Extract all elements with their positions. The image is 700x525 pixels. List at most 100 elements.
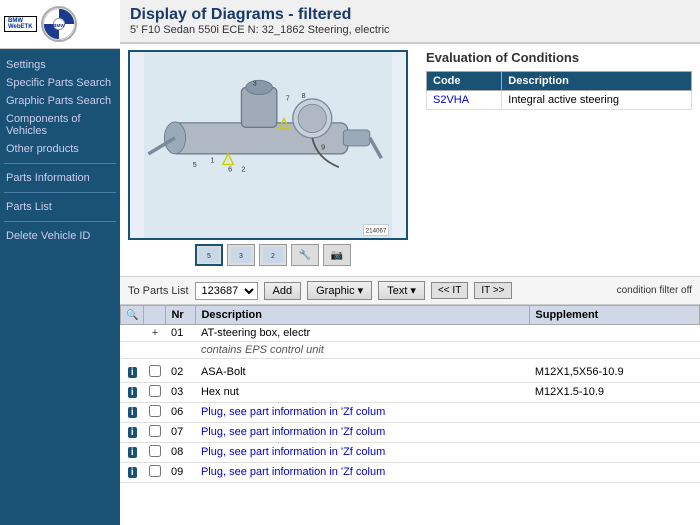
svg-text:2: 2 bbox=[271, 253, 275, 260]
part-number: 09 bbox=[166, 462, 196, 482]
col-desc: Description bbox=[196, 306, 530, 325]
part-supplement: M12X1.5-10.9 bbox=[530, 382, 700, 402]
table-row: i 03Hex nutM12X1.5-10.9 bbox=[121, 382, 700, 402]
row-checkbox[interactable] bbox=[149, 425, 161, 437]
part-number: 07 bbox=[166, 422, 196, 442]
part-description-link[interactable]: Plug, see part information in 'Zf colum bbox=[201, 446, 385, 458]
parts-table: 🔍 Nr Description Supplement +01AT-steeri… bbox=[120, 305, 700, 483]
part-number: 01 bbox=[166, 325, 196, 342]
table-row: i02ASA-BoltM12X1,5X56-10.9 bbox=[121, 363, 700, 383]
thumbnail-1[interactable]: 5 bbox=[195, 244, 223, 266]
row-checkbox[interactable] bbox=[149, 405, 161, 417]
sidebar-nav: Settings Specific Parts Search Graphic P… bbox=[0, 49, 120, 252]
graphic-button[interactable]: Graphic ▾ bbox=[307, 281, 372, 300]
nav-right-button[interactable]: IT >> bbox=[474, 282, 511, 299]
table-row: i 07 Plug, see part information in 'Zf col… bbox=[121, 422, 700, 442]
info-icon[interactable]: i bbox=[128, 467, 137, 478]
main-content: Display of Diagrams - filtered 5' F10 Se… bbox=[120, 0, 700, 525]
sidebar-header: BMWWebETK BMW bbox=[0, 0, 120, 49]
parts-toolbar: To Parts List 123687 Add Graphic ▾ Text … bbox=[120, 276, 700, 305]
table-row: +01AT-steering box, electr bbox=[121, 325, 700, 342]
row-checkbox[interactable] bbox=[149, 445, 161, 457]
sidebar-item-delete-vehicle-id[interactable]: Delete Vehicle ID bbox=[4, 228, 116, 244]
part-supplement bbox=[530, 442, 700, 462]
part-supplement bbox=[530, 462, 700, 482]
part-number: 06 bbox=[166, 402, 196, 422]
svg-text:8: 8 bbox=[302, 92, 306, 100]
content-area: 3 7 8 9 5 1 6 2 ! ! bbox=[120, 44, 700, 276]
sidebar-item-parts-list[interactable]: Parts List bbox=[4, 199, 116, 215]
page-header: Display of Diagrams - filtered 5' F10 Se… bbox=[120, 0, 700, 44]
part-description-link[interactable]: Plug, see part information in 'Zf colum bbox=[201, 406, 385, 418]
sidebar-item-graphic-parts-search[interactable]: Graphic Parts Search bbox=[4, 93, 116, 109]
thumbnail-2[interactable]: 3 bbox=[227, 244, 255, 266]
thumbnail-3[interactable]: 2 bbox=[259, 244, 287, 266]
bmw-logo-icon: BMW bbox=[41, 6, 77, 42]
part-description[interactable]: Plug, see part information in 'Zf colum bbox=[196, 422, 530, 442]
thumbnail-camera[interactable]: 📷 bbox=[323, 244, 351, 266]
svg-text:BMW: BMW bbox=[53, 23, 65, 28]
bmw-etk-logo: BMWWebETK bbox=[4, 16, 37, 32]
svg-text:!: ! bbox=[227, 159, 228, 165]
row-checkbox[interactable] bbox=[149, 385, 161, 397]
part-number: 08 bbox=[166, 442, 196, 462]
part-description-link[interactable]: Plug, see part information in 'Zf colum bbox=[201, 426, 385, 438]
svg-text:3: 3 bbox=[253, 80, 257, 88]
part-sub-description: contains EPS control unit bbox=[196, 342, 530, 359]
svg-text:5: 5 bbox=[193, 161, 197, 169]
svg-text:📷: 📷 bbox=[331, 250, 343, 261]
part-description: ASA-Bolt bbox=[196, 363, 530, 383]
svg-text:2: 2 bbox=[241, 166, 245, 174]
part-description[interactable]: Plug, see part information in 'Zf colum bbox=[196, 402, 530, 422]
part-number: 03 bbox=[166, 382, 196, 402]
sidebar-item-settings[interactable]: Settings bbox=[4, 57, 116, 73]
part-description[interactable]: Plug, see part information in 'Zf colum bbox=[196, 462, 530, 482]
row-checkbox[interactable] bbox=[149, 365, 161, 377]
info-icon[interactable]: i bbox=[128, 447, 137, 458]
col-check bbox=[144, 306, 166, 325]
diagram-image[interactable]: 3 7 8 9 5 1 6 2 ! ! bbox=[128, 50, 408, 240]
part-supplement bbox=[530, 402, 700, 422]
svg-text:9: 9 bbox=[321, 143, 325, 151]
eval-desc-s2vha: Integral active steering bbox=[502, 91, 692, 110]
svg-text:1: 1 bbox=[210, 157, 214, 165]
col-search: 🔍 bbox=[121, 306, 144, 325]
row-checkbox[interactable] bbox=[149, 465, 161, 477]
parts-table-body: +01AT-steering box, electrcontains EPS c… bbox=[121, 325, 700, 483]
expand-icon[interactable]: + bbox=[152, 327, 158, 339]
part-supplement bbox=[530, 422, 700, 442]
sidebar-item-components-of-vehicles[interactable]: Components of Vehicles bbox=[4, 111, 116, 139]
parts-table-container: 🔍 Nr Description Supplement +01AT-steeri… bbox=[120, 305, 700, 525]
nav-left-button[interactable]: << IT bbox=[431, 282, 468, 299]
info-icon[interactable]: i bbox=[128, 387, 137, 398]
col-supp: Supplement bbox=[530, 306, 700, 325]
svg-text:6: 6 bbox=[228, 166, 232, 174]
parts-list-select[interactable]: 123687 bbox=[195, 282, 258, 300]
part-description[interactable]: Plug, see part information in 'Zf colum bbox=[196, 442, 530, 462]
svg-text:214067: 214067 bbox=[366, 228, 387, 235]
add-button[interactable]: Add bbox=[264, 282, 302, 300]
parts-list-label: To Parts List bbox=[128, 285, 189, 297]
sidebar-item-parts-information[interactable]: Parts Information bbox=[4, 170, 116, 186]
info-icon[interactable]: i bbox=[128, 407, 137, 418]
col-nr: Nr bbox=[166, 306, 196, 325]
sidebar-item-other-products[interactable]: Other products bbox=[4, 141, 116, 157]
condition-filter-label: condition filter off bbox=[617, 285, 692, 296]
thumbnail-wrench[interactable]: 🔧 bbox=[291, 244, 319, 266]
table-row: i 09 Plug, see part information in 'Zf col… bbox=[121, 462, 700, 482]
table-row: i 06 Plug, see part information in 'Zf col… bbox=[121, 402, 700, 422]
diagram-section: 3 7 8 9 5 1 6 2 ! ! bbox=[128, 50, 418, 270]
page-subtitle: 5' F10 Sedan 550i ECE N: 32_1862 Steerin… bbox=[130, 24, 690, 36]
part-description: Hex nut bbox=[196, 382, 530, 402]
part-description-link[interactable]: Plug, see part information in 'Zf colum bbox=[201, 466, 385, 478]
info-icon[interactable]: i bbox=[128, 427, 137, 438]
part-supplement bbox=[530, 325, 700, 342]
eval-code-s2vha[interactable]: S2VHA bbox=[427, 91, 502, 110]
info-icon[interactable]: i bbox=[128, 367, 137, 378]
search-icon: 🔍 bbox=[126, 310, 138, 321]
table-subrow: contains EPS control unit bbox=[121, 342, 700, 359]
sidebar: BMWWebETK BMW Settings Specific Parts Se… bbox=[0, 0, 120, 525]
text-button[interactable]: Text ▾ bbox=[378, 281, 425, 300]
svg-text:🔧: 🔧 bbox=[299, 248, 311, 261]
sidebar-item-specific-parts-search[interactable]: Specific Parts Search bbox=[4, 75, 116, 91]
